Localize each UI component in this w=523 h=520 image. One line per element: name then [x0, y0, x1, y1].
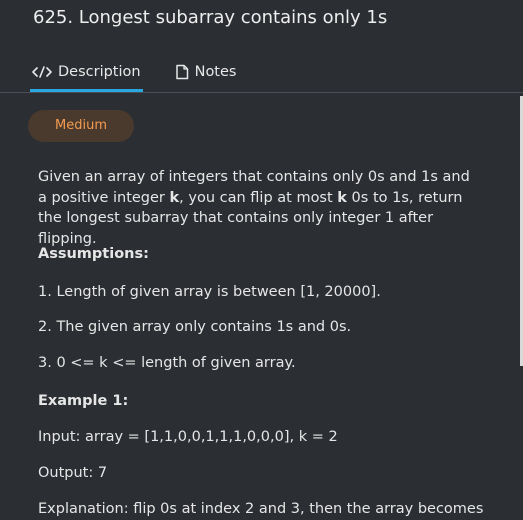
code-icon [32, 65, 52, 79]
tab-notes-label: Notes [194, 64, 237, 80]
problem-header: 625. Longest subarray contains only 1s D… [0, 0, 523, 93]
assumption-item: 2. The given array only contains 1s and … [38, 319, 352, 335]
problem-statement: Given an array of integers that contains… [38, 167, 478, 249]
statement-k-1: k [169, 189, 180, 206]
assumption-item: 3. 0 <= k <= length of given array. [38, 355, 296, 371]
example-output: Output: 7 [38, 465, 108, 481]
tab-notes[interactable]: Notes [175, 61, 237, 92]
example-explanation: Explanation: flip 0s at index 2 and 3, t… [38, 501, 484, 517]
page-title: 625. Longest subarray contains only 1s [33, 7, 388, 28]
problem-description: Medium Given an array of integers that c… [28, 110, 483, 517]
difficulty-badge: Medium [28, 110, 134, 142]
statement-k-2: k [337, 189, 347, 206]
tab-bar: Description Notes [30, 61, 236, 92]
assumptions-heading: Assumptions: [38, 246, 149, 262]
assumption-item: 1. Length of given array is between [1, … [38, 284, 381, 300]
example-input: Input: array = [1,1,0,0,1,1,1,0,0,0], k … [38, 429, 338, 445]
tab-description[interactable]: Description [30, 61, 143, 92]
example-heading: Example 1: [38, 393, 129, 409]
tab-description-label: Description [58, 64, 141, 80]
statement-text-2: , you can flip at most [179, 189, 338, 206]
note-icon [175, 64, 189, 80]
